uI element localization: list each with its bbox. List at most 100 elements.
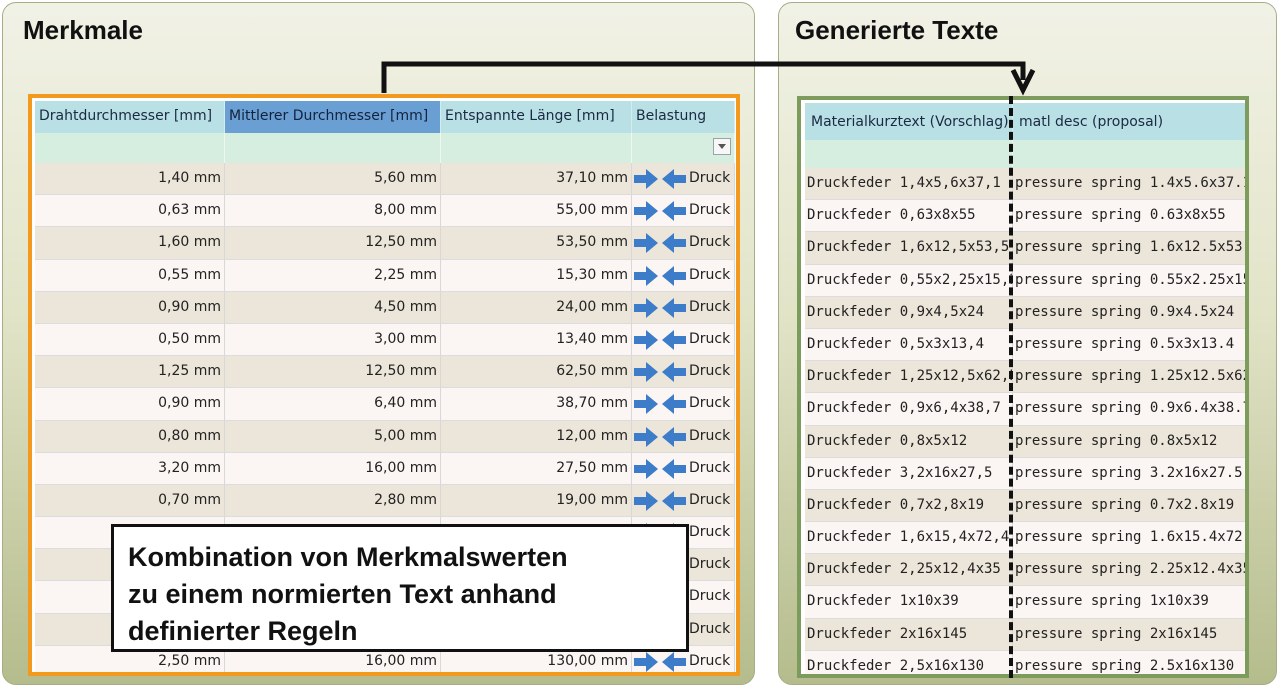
materialkurztext-cell[interactable]: Druckfeder 0,55x2,25x15,3 (805, 264, 1013, 296)
table-cell[interactable]: 8,00 mm (225, 195, 441, 227)
table-row[interactable]: Druckfeder 2,25x12,4x35 pressure spring 2… (805, 554, 1245, 587)
table-cell-belastung[interactable]: Druck (632, 195, 735, 227)
table-row[interactable]: 0,63 mm 8,00 mm 55,00 mm Druck (35, 195, 735, 228)
column-header-materialkurztext[interactable]: Materialkurztext (Vorschlag) (805, 103, 1013, 140)
table-row[interactable]: Druckfeder 1,25x12,5x62,5 pressure spring… (805, 361, 1245, 394)
table-cell[interactable]: 4,50 mm (225, 291, 441, 323)
table-row[interactable]: Druckfeder 1,4x5,6x37,1 pressure spring 1… (805, 168, 1245, 201)
table-cell[interactable]: 5,00 mm (225, 420, 441, 452)
filter-cell[interactable] (441, 133, 632, 163)
table-row[interactable]: Druckfeder 1x10x39 pressure spring 1x10x3… (805, 586, 1245, 619)
materialkurztext-cell[interactable]: Druckfeder 1,6x12,5x53,5 (805, 232, 1013, 264)
matl-desc-cell[interactable]: pressure spring 0.9x6.4x38.7 (1013, 393, 1245, 424)
table-cell[interactable]: 16,00 mm (225, 452, 441, 484)
matl-desc-cell[interactable]: pressure spring 0.9x4.5x24 (1013, 297, 1245, 328)
table-row[interactable]: 0,80 mm 5,00 mm 12,00 mm Druck (35, 420, 735, 453)
table-cell[interactable]: 37,10 mm (441, 163, 632, 195)
table-cell[interactable]: 0,90 mm (35, 291, 225, 323)
filter-cell-belastung[interactable] (632, 133, 735, 163)
table-row[interactable]: 0,90 mm 6,40 mm 38,70 mm Druck (35, 388, 735, 421)
matl-desc-cell[interactable]: pressure spring 0.8x5x12 (1013, 426, 1245, 457)
materialkurztext-cell[interactable]: Druckfeder 2,25x12,4x35 (805, 554, 1013, 586)
matl-desc-cell[interactable]: pressure spring 0.7x2.8x19 (1013, 490, 1245, 521)
table-cell-belastung[interactable]: Druck (632, 259, 735, 291)
table-row[interactable]: 1,40 mm 5,60 mm 37,10 mm Druck (35, 163, 735, 196)
table-row[interactable]: Druckfeder 1,6x12,5x53,5 pressure spring … (805, 232, 1245, 265)
materialkurztext-cell[interactable]: Druckfeder 1x10x39 (805, 586, 1013, 618)
filter-cell[interactable] (805, 140, 1013, 168)
materialkurztext-cell[interactable]: Druckfeder 3,2x16x27,5 (805, 457, 1013, 489)
table-cell-belastung[interactable]: Druck (632, 163, 735, 195)
materialkurztext-cell[interactable]: Druckfeder 2,5x16x130 (805, 650, 1013, 674)
matl-desc-cell[interactable]: pressure spring 0.5x3x13.4 (1013, 329, 1245, 360)
table-cell[interactable]: 15,30 mm (441, 259, 632, 291)
materialkurztext-cell[interactable]: Druckfeder 1,4x5,6x37,1 (805, 168, 1013, 200)
table-row[interactable]: 0,55 mm 2,25 mm 15,30 mm Druck (35, 259, 735, 292)
column-header-belastung[interactable]: Belastung (632, 101, 735, 133)
column-header-entspannte-laenge[interactable]: Entspannte Länge [mm] (441, 101, 632, 133)
table-cell-belastung[interactable]: Druck (632, 323, 735, 356)
table-cell[interactable]: 1,25 mm (35, 356, 225, 388)
materialkurztext-cell[interactable]: Druckfeder 1,25x12,5x62,5 (805, 361, 1013, 393)
chevron-down-icon[interactable] (713, 138, 731, 155)
table-cell[interactable]: 0,55 mm (35, 259, 225, 291)
materialkurztext-cell[interactable]: Druckfeder 0,63x8x55 (805, 200, 1013, 232)
table-cell[interactable]: 12,50 mm (225, 356, 441, 388)
table-row[interactable]: Druckfeder 0,9x6,4x38,7 pressure spring 0… (805, 393, 1245, 426)
materialkurztext-cell[interactable]: Druckfeder 0,7x2,8x19 (805, 489, 1013, 522)
table-cell[interactable]: 19,00 mm (441, 484, 632, 517)
table-row[interactable]: Druckfeder 0,55x2,25x15,3 pressure spring… (805, 264, 1245, 297)
table-cell[interactable]: 0,80 mm (35, 420, 225, 452)
table-cell[interactable]: 0,70 mm (35, 484, 225, 517)
table-cell-belastung[interactable]: Druck (632, 227, 735, 259)
table-row[interactable]: Druckfeder 2x16x145 pressure spring 2x16x… (805, 618, 1245, 651)
table-cell[interactable]: 6,40 mm (225, 388, 441, 420)
table-cell[interactable]: 2,80 mm (225, 484, 441, 517)
table-row[interactable]: 0,50 mm 3,00 mm 13,40 mm Druck (35, 323, 735, 357)
table-row[interactable]: Druckfeder 3,2x16x27,5 pressure spring 3.… (805, 457, 1245, 490)
table-row[interactable]: 1,25 mm 12,50 mm 62,50 mm Druck (35, 356, 735, 389)
table-row[interactable]: Druckfeder 0,5x3x13,4 pressure spring 0.5… (805, 328, 1245, 362)
table-cell[interactable]: 0,50 mm (35, 323, 225, 356)
matl-desc-cell[interactable]: pressure spring 0.55x2.25x15.3 (1013, 265, 1245, 296)
table-row[interactable]: 0,70 mm 2,80 mm 19,00 mm Druck (35, 484, 735, 518)
table-cell[interactable]: 0,63 mm (35, 195, 225, 227)
table-cell-belastung[interactable]: Druck (632, 388, 735, 420)
table-cell[interactable]: 1,60 mm (35, 227, 225, 259)
materialkurztext-cell[interactable]: Druckfeder 2x16x145 (805, 618, 1013, 650)
filter-cell[interactable] (1013, 140, 1245, 168)
table-cell[interactable]: 62,50 mm (441, 356, 632, 388)
table-row[interactable]: Druckfeder 0,7x2,8x19 pressure spring 0.7… (805, 489, 1245, 523)
column-header-mittlerer-durchmesser[interactable]: Mittlerer Durchmesser [mm] (225, 101, 441, 133)
table-row[interactable]: Druckfeder 0,63x8x55 pressure spring 0.63… (805, 200, 1245, 233)
table-row[interactable]: Druckfeder 1,6x15,4x72,4 pressure spring … (805, 522, 1245, 555)
materialkurztext-cell[interactable]: Druckfeder 0,9x6,4x38,7 (805, 393, 1013, 425)
matl-desc-cell[interactable]: pressure spring 2x16x145 (1013, 619, 1245, 650)
table-cell-belastung[interactable]: Druck (632, 356, 735, 388)
matl-desc-cell[interactable]: pressure spring 1.6x12.5x53.5 (1013, 232, 1245, 263)
table-cell[interactable]: 24,00 mm (441, 291, 632, 323)
filter-cell[interactable] (35, 133, 225, 163)
table-cell[interactable]: 12,50 mm (225, 227, 441, 259)
matl-desc-cell[interactable]: pressure spring 2.5x16x130 (1013, 651, 1245, 674)
table-row[interactable]: 0,90 mm 4,50 mm 24,00 mm Druck (35, 291, 735, 324)
filter-cell[interactable] (225, 133, 441, 163)
table-cell[interactable]: 27,50 mm (441, 452, 632, 484)
table-row[interactable]: 3,20 mm 16,00 mm 27,50 mm Druck (35, 452, 735, 485)
table-cell[interactable]: 0,90 mm (35, 388, 225, 420)
table-cell[interactable]: 55,00 mm (441, 195, 632, 227)
matl-desc-cell[interactable]: pressure spring 0.63x8x55 (1013, 200, 1245, 231)
table-cell-belastung[interactable]: Druck (632, 420, 735, 452)
table-cell[interactable]: 12,00 mm (441, 420, 632, 452)
column-header-matl-desc[interactable]: matl desc (proposal) (1013, 103, 1245, 140)
table-row[interactable]: 1,60 mm 12,50 mm 53,50 mm Druck (35, 227, 735, 260)
table-cell[interactable]: 2,25 mm (225, 259, 441, 291)
materialkurztext-cell[interactable]: Druckfeder 0,5x3x13,4 (805, 328, 1013, 361)
table-cell-belastung[interactable]: Druck (632, 452, 735, 484)
table-cell[interactable]: 38,70 mm (441, 388, 632, 420)
matl-desc-cell[interactable]: pressure spring 2.25x12.4x35 (1013, 554, 1245, 585)
table-cell[interactable]: 3,20 mm (35, 452, 225, 484)
table-cell[interactable]: 5,60 mm (225, 163, 441, 195)
table-cell-belastung[interactable]: Druck (632, 291, 735, 323)
table-cell-belastung[interactable]: Druck (632, 484, 735, 517)
